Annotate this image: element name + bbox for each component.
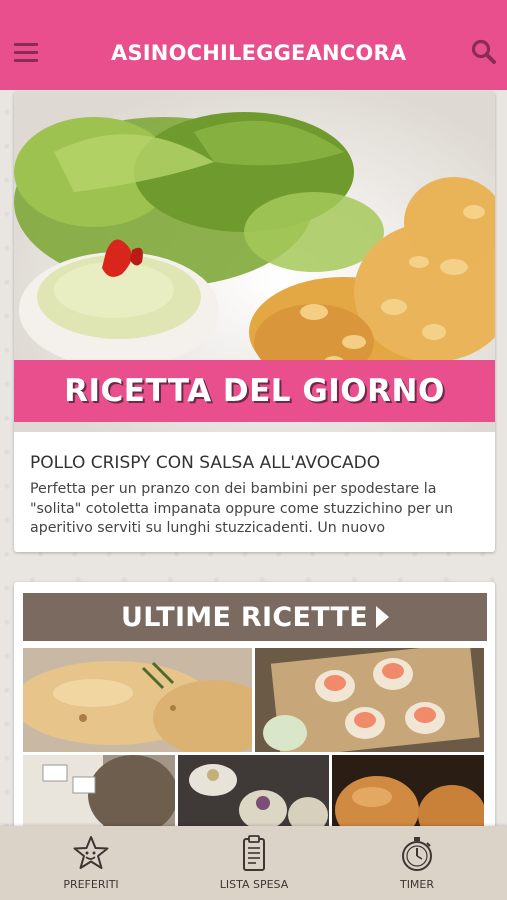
featured-recipe-card[interactable]: RICETTA DEL GIORNO POLLO CRISPY CON SALS… xyxy=(14,92,495,552)
hamburger-menu-icon[interactable] xyxy=(14,43,38,62)
focaccia-photo xyxy=(23,648,252,752)
salmon-bites-photo xyxy=(255,648,484,752)
nav-shopping-list[interactable]: LISTA SPESA xyxy=(194,834,314,896)
featured-recipe-title[interactable]: POLLO CRISPY CON SALSA ALL'AVOCADO xyxy=(30,453,490,473)
nav-timer[interactable]: TIMER xyxy=(357,834,477,896)
brand-logo: ASINOCHILEGGEANCORA xyxy=(107,33,406,73)
latest-recipes-card: ULTIME RICETTE xyxy=(14,582,495,842)
featured-recipe-image[interactable]: RICETTA DEL GIORNO xyxy=(14,92,495,432)
top-app-bar: ASINOCHILEGGEANCORA xyxy=(0,0,507,90)
banner-title: RICETTA DEL GIORNO xyxy=(64,373,445,409)
latest-recipes-title: ULTIME RICETTE xyxy=(120,601,369,633)
star-favorite-icon xyxy=(73,836,109,869)
brand-name: ASINOCHILEGGEANCORA xyxy=(111,41,407,65)
bottom-navigation: PREFERITI LISTA SPESA TIMER xyxy=(0,826,507,900)
stopwatch-timer-icon xyxy=(402,837,432,871)
play-arrow-icon xyxy=(376,606,390,628)
nav-favorites-label: PREFERITI xyxy=(63,878,119,891)
recipe-thumbnail[interactable] xyxy=(255,648,484,752)
latest-recipes-header[interactable]: ULTIME RICETTE xyxy=(23,593,487,641)
nav-favorites[interactable]: PREFERITI xyxy=(31,834,151,896)
nav-shopping-list-label: LISTA SPESA xyxy=(219,878,289,891)
recipe-thumbnail[interactable] xyxy=(23,648,252,752)
recipe-of-the-day-banner: RICETTA DEL GIORNO xyxy=(14,360,495,422)
shopping-list-icon xyxy=(243,835,265,871)
featured-recipe-description: Perfetta per un pranzo con dei bambini p… xyxy=(30,481,454,536)
nav-timer-label: TIMER xyxy=(399,878,435,891)
search-icon[interactable] xyxy=(470,38,498,66)
